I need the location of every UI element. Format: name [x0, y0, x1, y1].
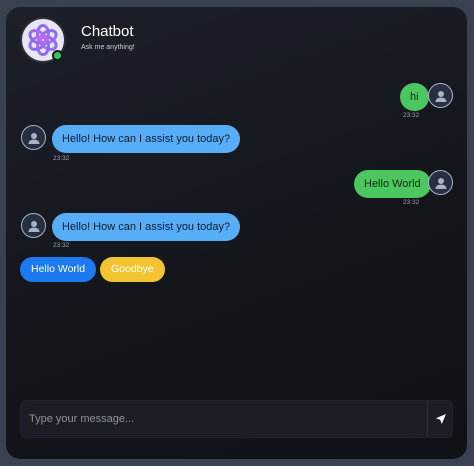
bot-message-avatar [21, 125, 46, 150]
message-input[interactable] [21, 401, 427, 437]
chat-subtitle: Ask me anything! [81, 44, 135, 51]
message-timestamp: 23:32 [403, 112, 420, 119]
user-icon [28, 132, 39, 144]
user-message-bubble: Hello World [354, 170, 431, 198]
message-timestamp: 23:32 [403, 199, 420, 206]
quick-reply-goodbye[interactable]: Goodbye [100, 257, 165, 282]
user-icon [28, 220, 39, 232]
user-icon [435, 90, 446, 102]
chat-window: Chatbot Ask me anything! hi 23:32 Hello!… [6, 7, 467, 459]
online-status-indicator [52, 50, 63, 61]
send-icon [435, 414, 446, 424]
quick-reply-hello-world[interactable]: Hello World [20, 257, 97, 282]
message-composer [20, 400, 453, 438]
bot-message-bubble: Hello! How can I assist you today? [52, 125, 241, 153]
chat-title: Chatbot [81, 23, 134, 40]
user-message-bubble: hi [400, 83, 429, 111]
bot-message-bubble: Hello! How can I assist you today? [52, 213, 241, 241]
chat-header: Chatbot Ask me anything! [20, 17, 450, 63]
user-avatar [428, 170, 453, 195]
user-avatar [428, 83, 453, 108]
send-button[interactable] [428, 401, 453, 437]
bot-message-avatar [21, 213, 46, 238]
user-icon [435, 177, 446, 189]
message-timestamp: 23:32 [53, 155, 70, 162]
message-timestamp: 23:32 [53, 242, 70, 249]
